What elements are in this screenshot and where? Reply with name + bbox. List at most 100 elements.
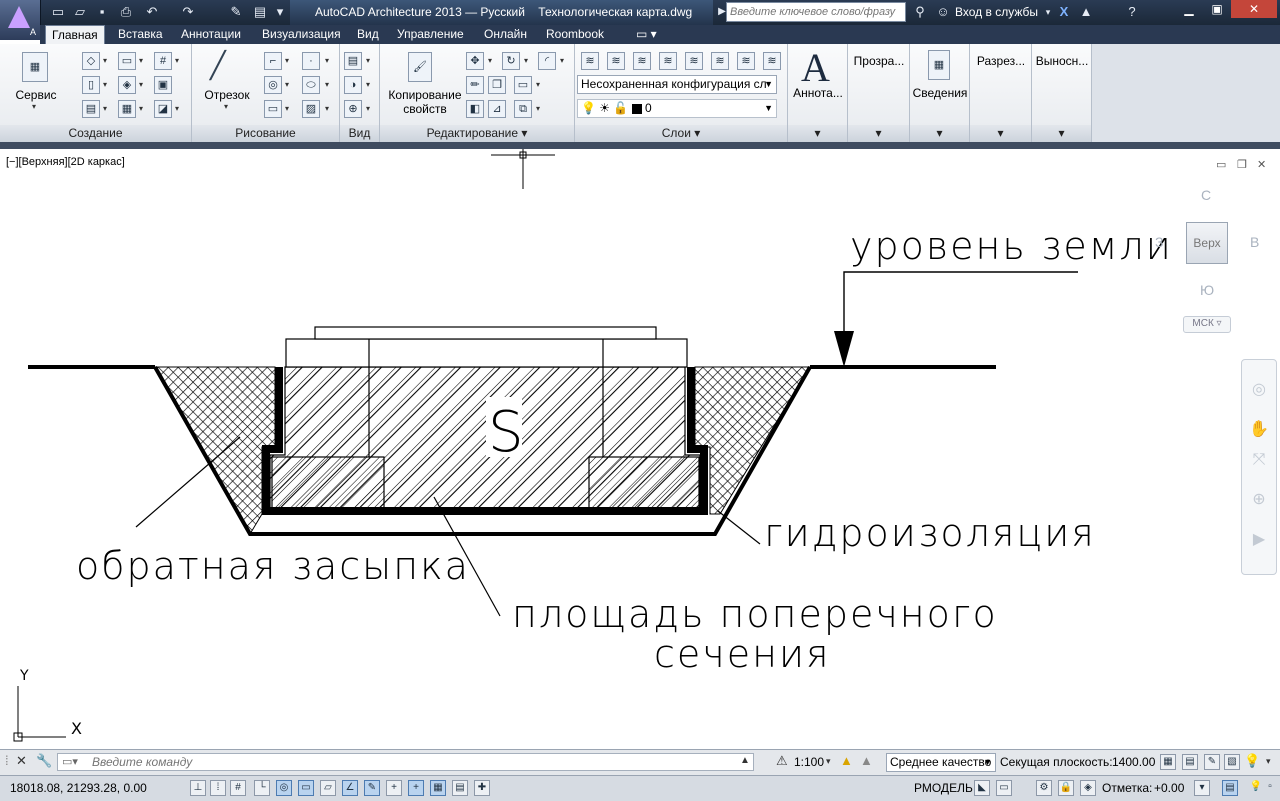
layer-state-dropdown-icon[interactable]: ▼	[764, 76, 773, 93]
binoculars-icon[interactable]: ⚲	[912, 4, 928, 20]
top-cap[interactable]	[314, 326, 657, 340]
hardware-acceleration-icon[interactable]: ▧	[1224, 754, 1240, 770]
surface-hatch-icon[interactable]: ▦	[1160, 754, 1176, 770]
bulb-status-icon[interactable]: 💡	[1244, 753, 1260, 769]
ellipse-dropdown-icon[interactable]: ▾	[325, 80, 329, 89]
help-icon[interactable]: ?	[1124, 4, 1140, 20]
search-input[interactable]	[727, 3, 905, 21]
scale-dropdown-icon[interactable]: ▾	[826, 756, 831, 767]
zoom-icon[interactable]: ⊕	[344, 100, 362, 118]
backfill-left[interactable]	[154, 366, 276, 535]
rotate-icon[interactable]: ↻	[502, 52, 520, 70]
layer-combo[interactable]: 💡 ☀ 🔓 0 ▼	[577, 99, 777, 118]
hatch-icon[interactable]: ▨	[302, 100, 320, 118]
quick-access-dropdown-icon[interactable]: ▾	[272, 4, 288, 20]
toolbar-lock-icon[interactable]: ▤	[1222, 780, 1238, 796]
viewport-close-icon[interactable]: ✕	[1257, 158, 1266, 171]
layer-properties-icon[interactable]: ≋	[581, 52, 599, 70]
shade-dropdown-icon[interactable]: ▾	[366, 80, 370, 89]
save-icon[interactable]: ▪	[94, 4, 110, 20]
view-3d-icon[interactable]: ▤	[344, 52, 362, 70]
layer-dropdown-icon[interactable]: ▼	[764, 100, 773, 117]
door-icon[interactable]: ▯	[82, 76, 100, 94]
cmdline-history-icon[interactable]: ▲	[740, 755, 750, 766]
transparency-icon[interactable]: ▦	[430, 780, 446, 796]
slab-dropdown-icon[interactable]: ▾	[175, 104, 179, 113]
calculator-icon[interactable]: ▦	[928, 50, 950, 80]
stretch-icon[interactable]: ▭	[514, 76, 532, 94]
scale-icon[interactable]: ⊿	[488, 100, 506, 118]
vynosn-button[interactable]: Выносн...	[1032, 54, 1092, 68]
network-icon[interactable]: ▲	[1078, 4, 1094, 20]
move-icon[interactable]: ✥	[466, 52, 484, 70]
layer-previous-icon[interactable]: ≋	[633, 52, 651, 70]
razrez-expand-icon[interactable]: ▾	[970, 125, 1031, 142]
grid-dropdown-icon[interactable]: ▾	[175, 56, 179, 65]
viewcube-west[interactable]: З	[1155, 234, 1163, 250]
ucs-menu[interactable]: МСК ▿	[1183, 316, 1231, 333]
workspace-icon[interactable]: ▤	[252, 4, 268, 20]
zoom-dropdown-icon[interactable]: ▾	[366, 104, 370, 113]
door-dropdown-icon[interactable]: ▾	[103, 80, 107, 89]
minimize-window-icon[interactable]: ▁	[1175, 0, 1203, 18]
tab-vstavka[interactable]: Вставка	[112, 25, 169, 44]
cut-plane-icon[interactable]: ◈	[1080, 780, 1096, 796]
application-menu-button[interactable]: A	[0, 0, 41, 40]
hatch-dropdown-icon[interactable]: ▾	[325, 104, 329, 113]
lock-ui-icon[interactable]: 🔒	[1058, 780, 1074, 796]
space-icon[interactable]: ▦	[118, 100, 136, 118]
rectangle-dropdown-icon[interactable]: ▾	[285, 104, 289, 113]
drawing-canvas[interactable]: S уровень земли обратная засыпка гидроиз…	[0, 149, 1280, 749]
pan-hand-icon[interactable]: ✋	[1249, 420, 1269, 440]
annotation-visibility-icon[interactable]: ▲	[840, 753, 853, 768]
elevation-dropdown-icon[interactable]: ▾	[1194, 780, 1210, 796]
elevation-value[interactable]: +0.00	[1154, 776, 1184, 801]
print-icon[interactable]: ⎙	[118, 4, 134, 20]
exchange-icon[interactable]: X	[1056, 4, 1072, 20]
tab-roombook[interactable]: Roombook	[540, 25, 610, 44]
panel-title-redaktirovanie[interactable]: Редактирование ▾	[380, 125, 574, 142]
stretch-dropdown-icon[interactable]: ▾	[536, 80, 540, 89]
viewcube-east[interactable]: В	[1250, 234, 1259, 250]
close-window-icon[interactable]: ✕	[1231, 0, 1277, 18]
layer-freeze-icon[interactable]: ≋	[711, 52, 729, 70]
kopirovanie-button[interactable]: Копирование	[382, 88, 468, 102]
search-box[interactable]	[726, 2, 906, 22]
servis-button[interactable]: Сервис	[8, 88, 64, 102]
fillet-icon[interactable]: ◜	[538, 52, 556, 70]
cmdline-prompt-icon[interactable]: ▭▾	[62, 755, 78, 768]
column-icon[interactable]: ▣	[154, 76, 172, 94]
footing-left[interactable]	[271, 456, 385, 512]
object-snap-tracking-icon[interactable]: ∠	[342, 780, 358, 796]
point-icon[interactable]: ·	[302, 52, 320, 70]
array-dropdown-icon[interactable]: ▾	[536, 104, 540, 113]
point-dropdown-icon[interactable]: ▾	[325, 56, 329, 65]
razrez-button[interactable]: Разрез...	[970, 54, 1032, 68]
user-icon[interactable]: ☺	[935, 4, 951, 20]
rectangle-icon[interactable]: ▭	[264, 100, 282, 118]
mirror-icon[interactable]: ◧	[466, 100, 484, 118]
viewport-minimize-icon[interactable]: ▭	[1216, 158, 1226, 171]
annotation-text-icon[interactable]: A	[801, 44, 830, 91]
viewport-controls-label[interactable]: [−][Верхняя][2D каркас]	[6, 156, 125, 168]
otrezok-dropdown-icon[interactable]: ▾	[224, 102, 228, 111]
wall-icon[interactable]: ◇	[82, 52, 100, 70]
prozra-expand-icon[interactable]: ▾	[848, 125, 909, 142]
svedeniya-button[interactable]: Сведения	[910, 86, 970, 100]
selection-cycling-icon[interactable]: ✚	[474, 780, 490, 796]
grid-icon[interactable]: #	[154, 52, 172, 70]
display-quality-dropdown-icon[interactable]: ▼	[983, 754, 992, 771]
cmdline-close-icon[interactable]: ✕	[16, 753, 27, 769]
autoscale-icon[interactable]: ▲	[860, 753, 873, 768]
tab-glavnaya[interactable]: Главная	[45, 25, 105, 45]
workspace-switch-icon[interactable]: ⚙	[1036, 780, 1052, 796]
vynosn-expand-icon[interactable]: ▾	[1032, 125, 1091, 142]
copy-properties-icon[interactable]: 🖌	[408, 52, 432, 82]
display-quality-combo[interactable]: Среднее качество ▼	[886, 753, 996, 772]
open-file-icon[interactable]: ▱	[72, 4, 88, 20]
ortho-mode-icon[interactable]: └	[254, 780, 270, 796]
grid-display-icon[interactable]: #	[230, 780, 246, 796]
annotation-scale[interactable]: 1:100	[794, 750, 824, 775]
shade-icon[interactable]: ◑	[344, 76, 362, 94]
footing-right[interactable]	[588, 456, 700, 512]
